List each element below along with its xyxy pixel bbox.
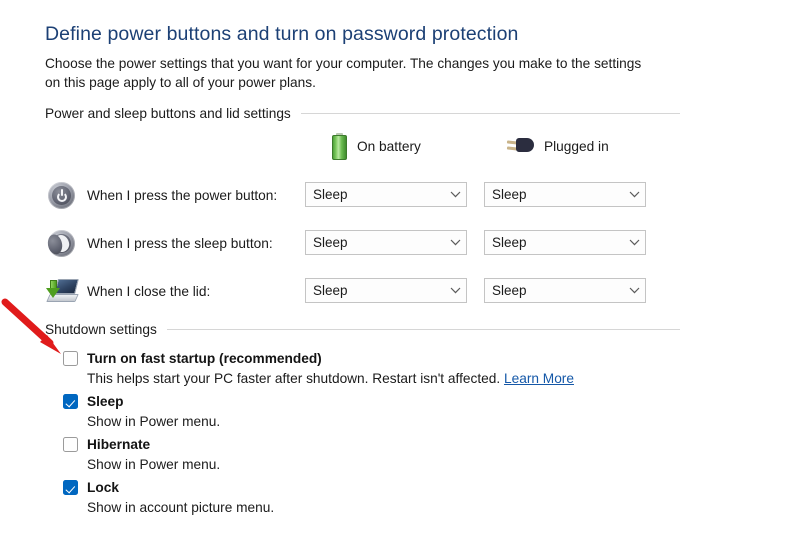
section-label-power: Power and sleep buttons and lid settings	[45, 106, 301, 121]
column-header-plugged-in: Plugged in	[506, 131, 609, 161]
page-description: Choose the power settings that you want …	[45, 54, 660, 92]
fast-startup-checkbox[interactable]	[63, 351, 78, 366]
plug-icon	[506, 136, 534, 156]
dropdown-power-button-plugged-in[interactable]: Sleep	[484, 182, 646, 207]
shutdown-item-fast-startup: Turn on fast startup (recommended) This …	[63, 350, 574, 386]
hibernate-description: Show in Power menu.	[87, 457, 220, 472]
dropdown-value: Sleep	[313, 283, 444, 298]
column-header-on-battery: On battery	[332, 131, 421, 161]
sleep-checkbox[interactable]	[63, 394, 78, 409]
column-label-plugged-in: Plugged in	[544, 139, 609, 154]
dropdown-close-lid-on-battery[interactable]: Sleep	[305, 278, 467, 303]
fast-startup-label: Turn on fast startup (recommended)	[87, 351, 322, 366]
battery-icon	[332, 133, 347, 160]
sleep-description: Show in Power menu.	[87, 414, 220, 429]
section-header-shutdown: Shutdown settings	[45, 322, 680, 337]
section-rule	[301, 113, 680, 114]
page-title: Define power buttons and turn on passwor…	[45, 23, 519, 46]
power-options-page: Define power buttons and turn on passwor…	[0, 0, 800, 544]
shutdown-item-sleep: Sleep Show in Power menu.	[63, 393, 220, 429]
lock-checkbox[interactable]	[63, 480, 78, 495]
section-rule	[167, 329, 680, 330]
section-label-shutdown: Shutdown settings	[45, 322, 167, 337]
dropdown-value: Sleep	[313, 187, 444, 202]
dropdown-value: Sleep	[492, 283, 623, 298]
chevron-down-icon	[623, 279, 645, 302]
setting-label-sleep-button: When I press the sleep button:	[87, 236, 335, 251]
sleep-label: Sleep	[87, 394, 124, 409]
lock-description: Show in account picture menu.	[87, 500, 274, 515]
dropdown-value: Sleep	[313, 235, 444, 250]
setting-label-power-button: When I press the power button:	[87, 188, 335, 203]
dropdown-value: Sleep	[492, 187, 623, 202]
chevron-down-icon	[623, 183, 645, 206]
dropdown-value: Sleep	[492, 235, 623, 250]
chevron-down-icon	[623, 231, 645, 254]
fast-startup-description: This helps start your PC faster after sh…	[87, 371, 574, 386]
dropdown-power-button-on-battery[interactable]: Sleep	[305, 182, 467, 207]
chevron-down-icon	[444, 279, 466, 302]
chevron-down-icon	[444, 231, 466, 254]
shutdown-item-lock: Lock Show in account picture menu.	[63, 479, 274, 515]
sleep-button-icon	[45, 227, 79, 259]
lock-label: Lock	[87, 480, 119, 495]
fast-startup-description-text: This helps start your PC faster after sh…	[87, 371, 504, 386]
hibernate-label: Hibernate	[87, 437, 150, 452]
hibernate-checkbox[interactable]	[63, 437, 78, 452]
dropdown-sleep-button-on-battery[interactable]: Sleep	[305, 230, 467, 255]
dropdown-sleep-button-plugged-in[interactable]: Sleep	[484, 230, 646, 255]
chevron-down-icon	[444, 183, 466, 206]
laptop-lid-icon	[45, 275, 79, 307]
shutdown-item-hibernate: Hibernate Show in Power menu.	[63, 436, 220, 472]
learn-more-link[interactable]: Learn More	[504, 371, 574, 386]
column-label-on-battery: On battery	[357, 139, 421, 154]
section-header-power: Power and sleep buttons and lid settings	[45, 106, 680, 121]
power-button-icon	[45, 179, 79, 211]
setting-label-close-lid: When I close the lid:	[87, 284, 335, 299]
dropdown-close-lid-plugged-in[interactable]: Sleep	[484, 278, 646, 303]
